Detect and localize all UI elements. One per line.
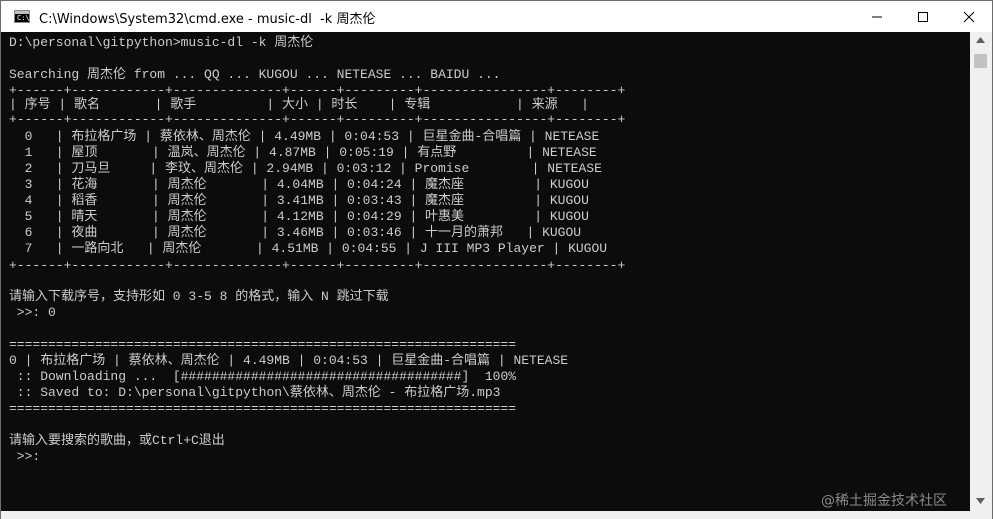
separator-line: ========================================…: [9, 401, 517, 416]
saved-path: :: Saved to: D:\personal\gitpython\蔡依林、周…: [9, 385, 501, 400]
title-bar[interactable]: C:\ C:\Windows\System32\cmd.exe - music-…: [1, 1, 992, 32]
close-icon: [963, 11, 975, 23]
input-line: >>:: [9, 449, 41, 464]
scroll-up-icon[interactable]: [976, 37, 985, 43]
cmd-icon[interactable]: C:\: [14, 10, 30, 23]
scroll-down-icon[interactable]: [976, 498, 985, 504]
table-row: 1 | 屋顶 | 温岚、周杰伦 | 4.87MB | 0:05:19 | 有点野…: [9, 145, 597, 160]
table-border: +------+------------+--------------+----…: [9, 258, 626, 273]
minimize-icon: [872, 16, 882, 18]
table-row: 6 | 夜曲 | 周杰伦 | 3.46MB | 0:03:46 | 十一月的萧邦…: [9, 225, 582, 240]
scrollbar-thumb[interactable]: [974, 54, 987, 68]
console-line: D:\personal\gitpython>music-dl -k 周杰伦: [9, 35, 314, 50]
maximize-icon: [918, 12, 928, 22]
search-prompt: 请输入要搜索的歌曲，或Ctrl+C退出: [9, 433, 225, 448]
input-line: >>: 0: [9, 305, 56, 320]
console-output[interactable]: D:\personal\gitpython>music-dl -k 周杰伦 Se…: [1, 32, 970, 511]
table-row: 7 | 一路向北 | 周杰伦 | 4.51MB | 0:04:55 | J II…: [9, 241, 608, 256]
window-title: C:\Windows\System32\cmd.exe - music-dl -…: [39, 12, 376, 27]
table-row: 4 | 稻香 | 周杰伦 | 3.41MB | 0:03:43 | 魔杰座 | …: [9, 193, 589, 208]
table-row: 2 | 刀马旦 | 李玟、周杰伦 | 2.94MB | 0:03:12 | Pr…: [9, 161, 602, 176]
selected-song-line: 0 | 布拉格广场 | 蔡依林、周杰伦 | 4.49MB | 0:04:53 |…: [9, 353, 569, 368]
vertical-scrollbar[interactable]: [970, 32, 992, 511]
cmd-window: C:\ C:\Windows\System32\cmd.exe - music-…: [0, 0, 993, 519]
table-row: 3 | 花海 | 周杰伦 | 4.04MB | 0:04:24 | 魔杰座 | …: [9, 177, 589, 192]
table-border: +------+------------+--------------+----…: [9, 112, 626, 127]
table-header: | 序号 | 歌名 | 歌手 | 大小 | 时长 | 专辑 | 来源 |: [9, 97, 589, 112]
console-line: Searching 周杰伦 from ... QQ ... KUGOU ... …: [9, 67, 501, 82]
table-row: 0 | 布拉格广场 | 蔡依林、周杰伦 | 4.49MB | 0:04:53 |…: [9, 129, 600, 144]
minimize-button[interactable]: [854, 1, 900, 32]
watermark: @稀土掘金技术社区: [821, 493, 947, 509]
separator-line: ========================================…: [9, 337, 517, 352]
download-progress: :: Downloading ... [####################…: [9, 369, 517, 384]
download-prompt: 请输入下载序号，支持形如 0 3-5 8 的格式，输入 N 跳过下载: [9, 289, 389, 304]
maximize-button[interactable]: [900, 1, 946, 32]
table-row: 5 | 晴天 | 周杰伦 | 4.12MB | 0:04:29 | 叶惠美 | …: [9, 209, 589, 224]
horizontal-scrollbar[interactable]: [1, 511, 992, 519]
close-button[interactable]: [946, 1, 992, 32]
